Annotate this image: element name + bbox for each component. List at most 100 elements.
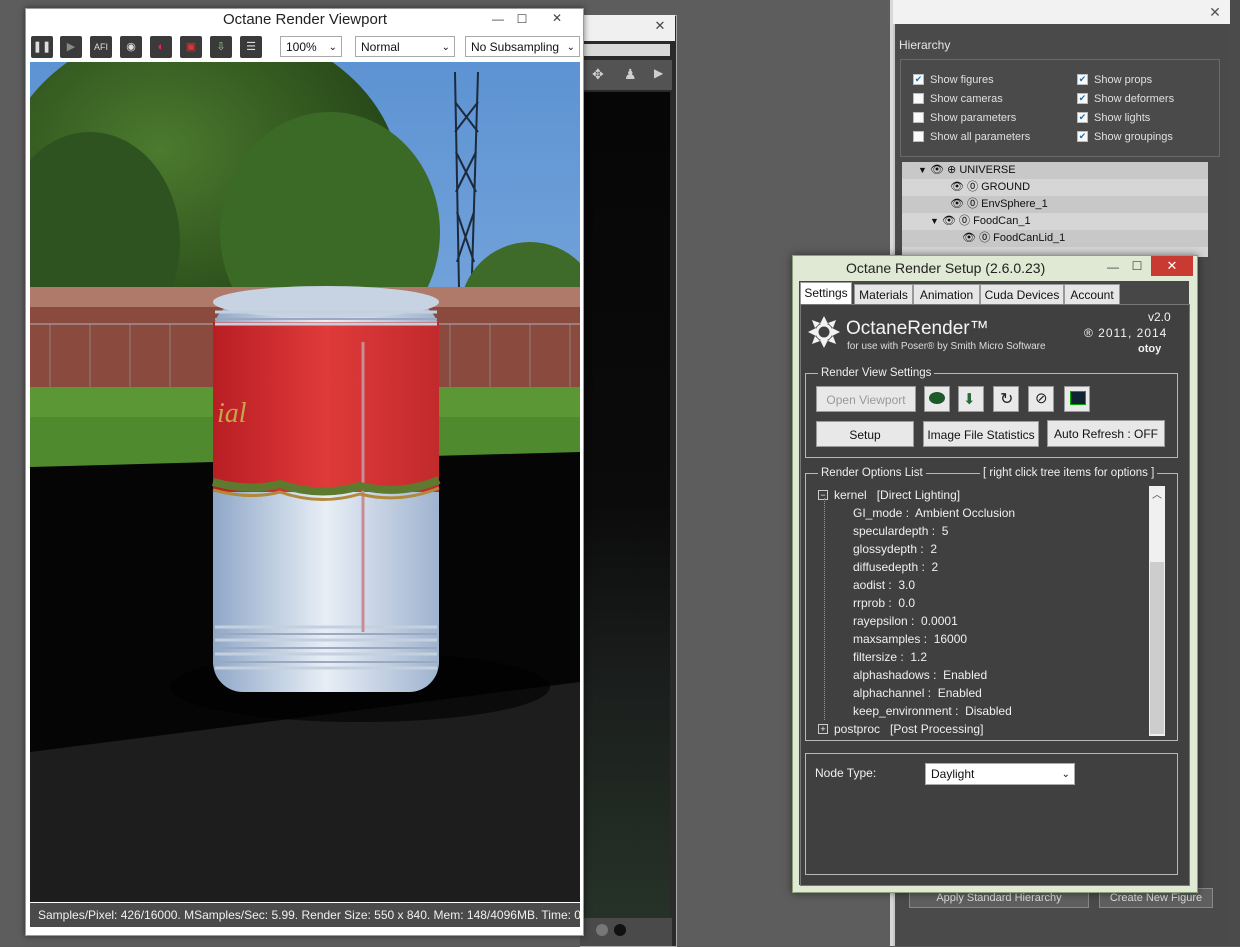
tab-account[interactable]: Account xyxy=(1064,284,1120,306)
document-window-close-button[interactable]: ✕ xyxy=(652,18,668,34)
document-window-scrollbar[interactable] xyxy=(582,44,670,56)
show-figures-checkbox[interactable]: ✔ Show figures xyxy=(913,73,994,87)
show-parameters-checkbox[interactable]: Show parameters xyxy=(913,111,1016,125)
document-3d-view[interactable] xyxy=(582,92,670,918)
minimize-button[interactable]: — xyxy=(1101,258,1125,276)
scrollbar-thumb[interactable] xyxy=(1150,562,1164,734)
show-all-parameters-checkbox[interactable]: Show all parameters xyxy=(913,130,1030,144)
tree-node-kernel[interactable]: − kernel [Direct Lighting] xyxy=(818,486,960,504)
camera-icon[interactable]: ◉ xyxy=(120,36,142,58)
figure-icon[interactable]: ♟ xyxy=(624,66,637,83)
option-row[interactable]: maxsamples : 16000 xyxy=(853,630,967,648)
record-dot-icon[interactable] xyxy=(614,924,626,936)
tree-row-foodcanlid[interactable]: 👁 ⓪ FoodCanLid_1 xyxy=(902,230,1208,247)
collapse-icon[interactable]: − xyxy=(818,489,828,500)
subsampling-select[interactable]: No Subsampling ⌄ xyxy=(465,36,580,57)
tree-row-envsphere[interactable]: 👁 ⓪ EnvSphere_1 xyxy=(902,196,1208,213)
minimize-button[interactable]: — xyxy=(486,10,510,28)
option-row[interactable]: rrprob : 0.0 xyxy=(853,594,915,612)
node-type-select[interactable]: Daylight ⌄ xyxy=(925,763,1075,785)
option-row[interactable]: rayepsilon : 0.0001 xyxy=(853,612,958,630)
eye-icon[interactable]: 👁 xyxy=(950,196,964,213)
expand-arrow-icon[interactable]: ▼ xyxy=(930,216,939,226)
tree-node-postproc[interactable]: + postproc [Post Processing] xyxy=(818,720,983,736)
expand-arrow-icon[interactable]: ▼ xyxy=(918,165,927,175)
zoom-select[interactable]: 100% ⌄ xyxy=(280,36,342,57)
render-image[interactable]: ial xyxy=(30,62,580,902)
tree-item-label: GROUND xyxy=(981,181,1031,193)
option-row[interactable]: GI_mode : Ambient Occlusion xyxy=(853,504,1015,522)
tab-cuda-devices[interactable]: Cuda Devices xyxy=(980,284,1064,306)
option-value: 16000 xyxy=(933,632,968,646)
chevron-up-icon[interactable]: ︿ xyxy=(1152,486,1162,501)
tree-row-ground[interactable]: 👁 ⓪ GROUND xyxy=(902,179,1208,196)
close-button[interactable]: ✕ xyxy=(536,8,578,28)
maximize-button[interactable]: ☐ xyxy=(1125,257,1149,275)
close-button[interactable]: ✕ xyxy=(1151,256,1193,276)
mode-select[interactable]: Normal ⌄ xyxy=(355,36,455,57)
setup-button[interactable]: Setup xyxy=(816,421,914,447)
auto-refresh-button[interactable]: Auto Refresh : OFF xyxy=(1047,420,1165,447)
logo-subtitle: for use with Poser® by Smith Micro Softw… xyxy=(847,341,1046,352)
show-cameras-checkbox[interactable]: Show cameras xyxy=(913,92,1003,106)
no-render-icon: ⊘ xyxy=(1035,390,1048,407)
tab-materials[interactable]: Materials xyxy=(854,284,913,306)
eye-icon[interactable]: 👁 xyxy=(950,179,964,196)
monitor-button[interactable] xyxy=(1064,386,1090,412)
zoom-value: 100% xyxy=(286,40,317,54)
afi-icon[interactable]: AFI xyxy=(90,36,112,58)
option-key: rrprob xyxy=(853,596,886,610)
option-value: 1.2 xyxy=(910,650,928,664)
hierarchy-close-button[interactable]: ✕ xyxy=(1206,3,1224,21)
show-props-checkbox[interactable]: ✔ Show props xyxy=(1077,73,1152,87)
tree-row-foodcan[interactable]: ▼ 👁 ⓪ FoodCan_1 xyxy=(902,213,1208,230)
eye-icon[interactable]: 👁 xyxy=(930,162,944,179)
prop-icon: ⓪ xyxy=(967,181,979,193)
export-image-button[interactable]: ⬇ xyxy=(958,386,984,412)
open-viewport-button[interactable]: Open Viewport xyxy=(816,386,916,412)
log-icon[interactable]: ☰ xyxy=(240,36,262,58)
arrow-right-icon[interactable]: ▶ xyxy=(654,66,663,80)
move-icon[interactable]: ✥ xyxy=(592,66,604,83)
option-key: keep_environment xyxy=(853,704,952,718)
option-key: speculardepth xyxy=(853,524,929,538)
eye-icon xyxy=(929,392,945,404)
region-icon[interactable]: ▣ xyxy=(180,36,202,58)
option-row[interactable]: glossydepth : 2 xyxy=(853,540,937,558)
checkbox-check-icon: ✔ xyxy=(913,73,924,85)
tree-row-universe[interactable]: ▼ 👁 ⊕ UNIVERSE xyxy=(902,162,1208,179)
export-icon[interactable]: ⇩ xyxy=(210,36,232,58)
export-icon: ⬇ xyxy=(963,391,976,408)
color-wheel-icon[interactable]: ◐ xyxy=(150,36,172,58)
show-groupings-checkbox[interactable]: ✔ Show groupings xyxy=(1077,130,1173,144)
eye-icon[interactable]: 👁 xyxy=(942,213,956,230)
image-file-statistics-button[interactable]: Image File Statistics xyxy=(923,421,1039,447)
logo-name-main: Octane xyxy=(846,318,908,339)
option-value: 2 xyxy=(930,542,938,556)
viewport-status-bar: Samples/Pixel: 426/16000. MSamples/Sec: … xyxy=(30,903,580,927)
checkbox-label: Show cameras xyxy=(930,93,1003,105)
option-row[interactable]: diffusedepth : 2 xyxy=(853,558,938,576)
record-dot-icon[interactable] xyxy=(596,924,608,936)
refresh-button[interactable]: ↻ xyxy=(993,386,1019,412)
disable-render-button[interactable]: ⊘ xyxy=(1028,386,1054,412)
pause-icon[interactable]: ❚❚ xyxy=(31,36,53,58)
show-deformers-checkbox[interactable]: ✔ Show deformers xyxy=(1077,92,1174,106)
option-row[interactable]: alphachannel : Enabled xyxy=(853,684,982,702)
maximize-button[interactable]: ☐ xyxy=(510,10,534,28)
play-icon[interactable]: ▶ xyxy=(60,36,82,58)
option-row[interactable]: filtersize : 1.2 xyxy=(853,648,927,666)
eye-icon[interactable]: 👁 xyxy=(962,230,976,247)
tree-item-label: UNIVERSE xyxy=(959,164,1016,176)
option-row[interactable]: speculardepth : 5 xyxy=(853,522,948,540)
option-row[interactable]: alphashadows : Enabled xyxy=(853,666,987,684)
expand-icon[interactable]: + xyxy=(818,723,828,734)
eye-toggle-button[interactable] xyxy=(924,386,950,412)
option-value: Enabled xyxy=(937,686,982,700)
tab-settings[interactable]: Settings xyxy=(800,282,852,305)
option-row[interactable]: aodist : 3.0 xyxy=(853,576,915,594)
option-row[interactable]: keep_environment : Disabled xyxy=(853,702,1012,720)
tab-animation[interactable]: Animation xyxy=(913,284,980,306)
show-lights-checkbox[interactable]: ✔ Show lights xyxy=(1077,111,1150,125)
checkbox-label: Show lights xyxy=(1094,112,1151,124)
